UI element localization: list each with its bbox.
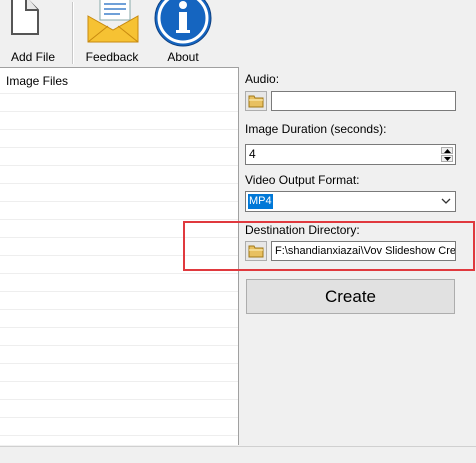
add-file-button[interactable]: Add File xyxy=(0,0,66,66)
list-row-divider xyxy=(0,291,238,292)
list-row-divider xyxy=(0,93,238,94)
video-format-label: Video Output Format: xyxy=(245,173,360,187)
info-icon xyxy=(154,0,212,47)
duration-spinner xyxy=(441,147,453,162)
feedback-label: Feedback xyxy=(85,50,139,64)
toolbar: Add File Feedback About xyxy=(0,0,476,66)
triangle-down-icon xyxy=(444,157,451,161)
toolbar-separator xyxy=(72,2,74,64)
list-row-divider xyxy=(0,111,238,112)
list-row-divider xyxy=(0,147,238,148)
list-row-divider xyxy=(0,165,238,166)
list-row-divider xyxy=(0,399,238,400)
feedback-button[interactable]: Feedback xyxy=(80,0,144,66)
triangle-up-icon xyxy=(444,149,451,153)
video-format-selected: MP4 xyxy=(248,194,273,209)
list-row-divider xyxy=(0,129,238,130)
folder-icon xyxy=(248,95,264,108)
destination-highlight-box xyxy=(183,221,475,271)
audio-path-input[interactable] xyxy=(271,91,456,111)
spin-up-button[interactable] xyxy=(441,147,453,154)
list-row-divider xyxy=(0,273,238,274)
image-duration-value: 4 xyxy=(249,147,256,161)
create-button[interactable]: Create xyxy=(246,279,455,314)
list-row-divider xyxy=(0,417,238,418)
list-row-divider xyxy=(0,345,238,346)
add-file-label: Add File xyxy=(10,50,56,64)
list-row-divider xyxy=(0,309,238,310)
about-button[interactable]: About xyxy=(150,0,216,66)
spin-down-button[interactable] xyxy=(441,155,453,162)
video-format-select[interactable]: MP4 xyxy=(245,191,456,212)
about-label: About xyxy=(167,50,199,64)
list-row-divider xyxy=(0,435,238,436)
list-row-divider xyxy=(0,183,238,184)
list-row-divider xyxy=(0,381,238,382)
document-icon xyxy=(11,0,39,35)
image-duration-stepper[interactable]: 4 xyxy=(245,144,456,165)
list-row-divider xyxy=(0,201,238,202)
status-bar xyxy=(0,446,476,463)
image-duration-label: Image Duration (seconds): xyxy=(245,122,387,136)
image-files-header: Image Files xyxy=(6,74,69,88)
audio-browse-button[interactable] xyxy=(245,91,267,111)
list-row-divider xyxy=(0,363,238,364)
audio-label: Audio: xyxy=(245,72,280,86)
chevron-down-icon xyxy=(441,198,451,204)
list-row-divider xyxy=(0,219,238,220)
envelope-icon xyxy=(87,0,139,43)
list-row-divider xyxy=(0,327,238,328)
